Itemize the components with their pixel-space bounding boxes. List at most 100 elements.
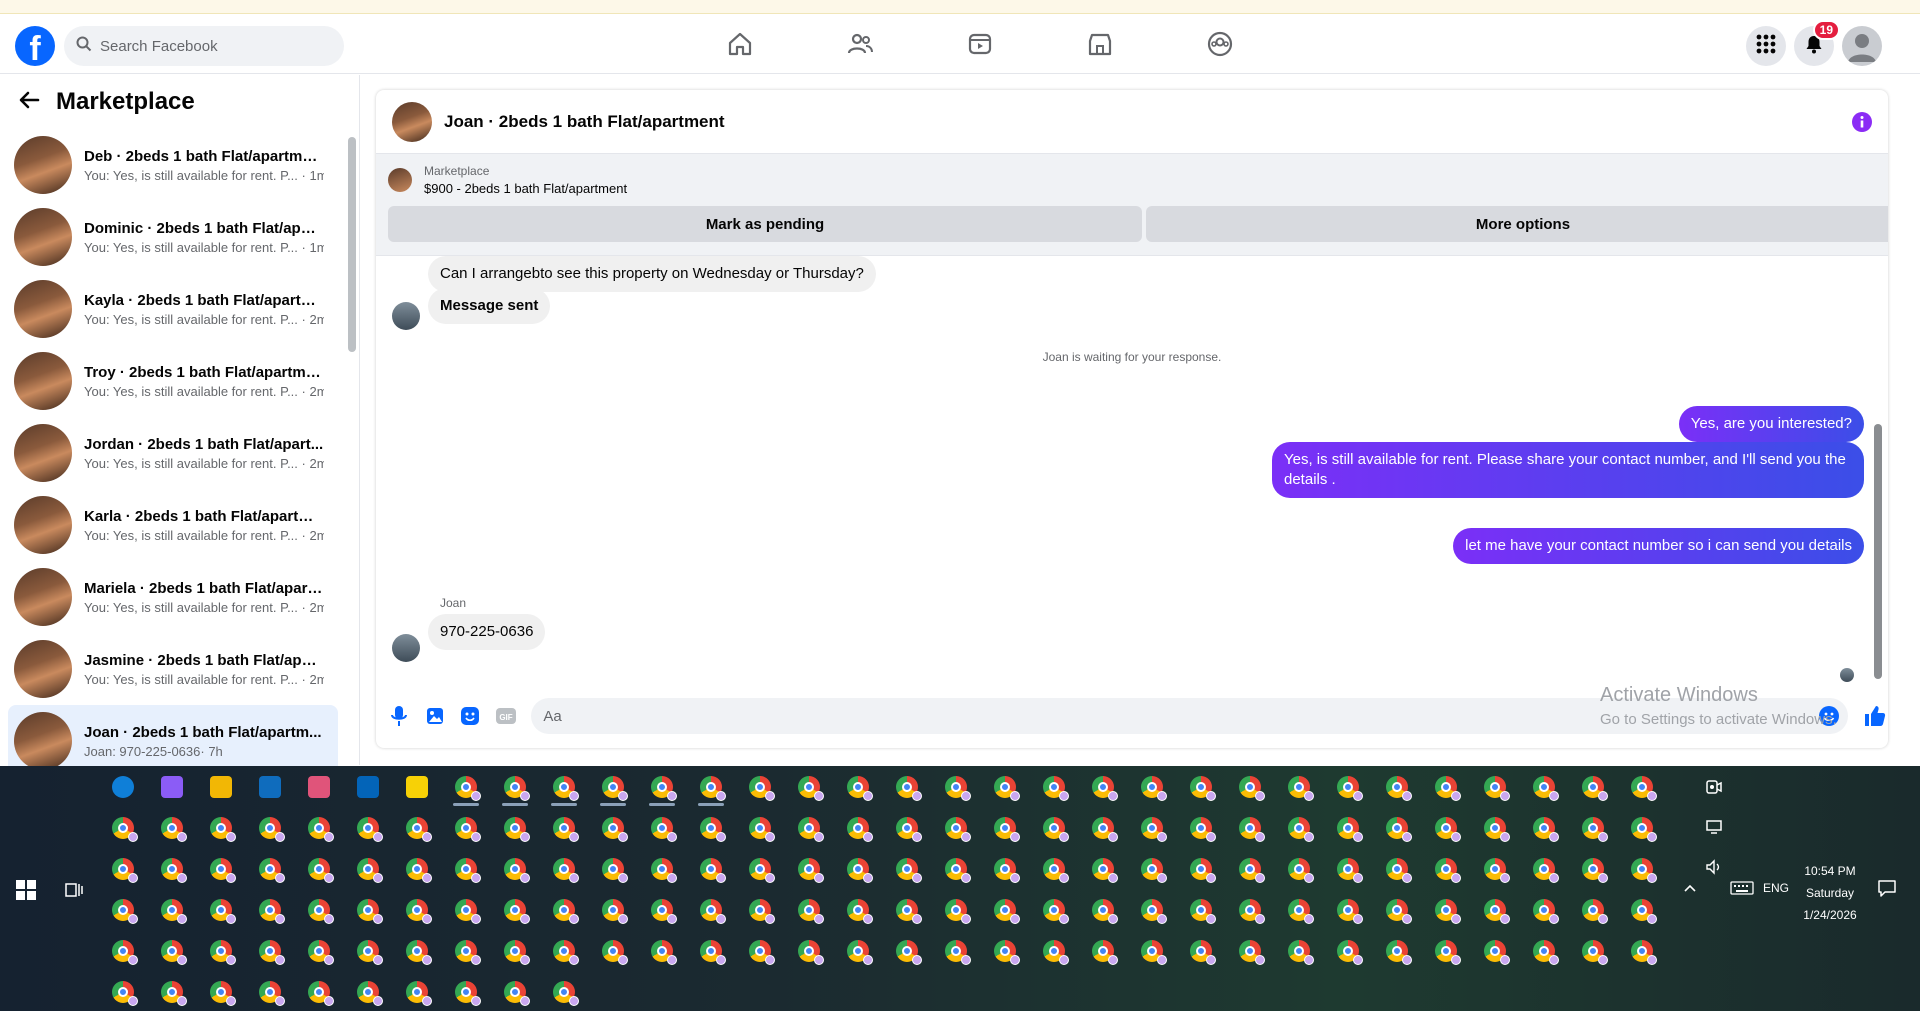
chrome-icon[interactable]: [500, 977, 530, 1007]
chrome-icon[interactable]: [1431, 854, 1461, 884]
chrome-icon[interactable]: [402, 813, 432, 843]
chrome-icon[interactable]: [549, 772, 579, 806]
chrome-icon[interactable]: [500, 895, 530, 925]
chrome-icon[interactable]: [1480, 772, 1510, 802]
chrome-icon[interactable]: [794, 936, 824, 966]
info-icon[interactable]: [1852, 112, 1872, 137]
chrome-icon[interactable]: [549, 936, 579, 966]
chrome-icon[interactable]: [1431, 936, 1461, 966]
microphone-icon[interactable]: [388, 705, 410, 727]
chrome-icon[interactable]: [206, 977, 236, 1007]
chrome-icon[interactable]: [255, 854, 285, 884]
chrome-icon[interactable]: [745, 895, 775, 925]
chrome-icon[interactable]: [206, 813, 236, 843]
chrome-icon[interactable]: [1333, 936, 1363, 966]
chrome-icon[interactable]: [598, 895, 628, 925]
like-icon[interactable]: [1862, 705, 1888, 727]
chrome-icon[interactable]: [255, 895, 285, 925]
chrome-icon[interactable]: [157, 895, 187, 925]
notifications-button[interactable]: 19: [1794, 20, 1840, 66]
chrome-icon[interactable]: [794, 772, 824, 802]
chrome-icon[interactable]: [941, 936, 971, 966]
chrome-icon[interactable]: [1627, 854, 1657, 884]
incoming-message[interactable]: Message sent: [428, 288, 551, 324]
chrome-icon[interactable]: [1529, 854, 1559, 884]
chrome-icon[interactable]: [794, 813, 824, 843]
outgoing-message[interactable]: Yes, is still available for rent. Please…: [1272, 442, 1864, 498]
chrome-icon[interactable]: [1039, 813, 1069, 843]
chrome-icon[interactable]: [549, 813, 579, 843]
system-clock[interactable]: 10:54 PM Saturday 1/24/2026: [1780, 860, 1880, 926]
scrollbar-thumb[interactable]: [348, 137, 356, 352]
chrome-icon[interactable]: [1382, 854, 1412, 884]
sticker-icon[interactable]: [460, 705, 482, 727]
chrome-icon[interactable]: [1627, 772, 1657, 802]
chrome-icon[interactable]: [941, 772, 971, 802]
chrome-icon[interactable]: [451, 813, 481, 843]
contact-avatar[interactable]: [392, 634, 420, 662]
chrome-icon[interactable]: [1137, 813, 1167, 843]
chrome-icon[interactable]: [1284, 813, 1314, 843]
chrome-icon[interactable]: [1039, 854, 1069, 884]
file-explorer-icon[interactable]: [206, 772, 236, 802]
paint-icon[interactable]: [304, 772, 334, 802]
chrome-icon[interactable]: [402, 854, 432, 884]
chrome-icon[interactable]: [794, 854, 824, 884]
chrome-icon[interactable]: [1578, 936, 1608, 966]
chrome-icon[interactable]: [353, 977, 383, 1007]
chrome-icon[interactable]: [1235, 936, 1265, 966]
chrome-icon[interactable]: [843, 936, 873, 966]
chrome-icon[interactable]: [1039, 895, 1069, 925]
chrome-icon[interactable]: [1137, 936, 1167, 966]
chrome-icon[interactable]: [108, 813, 138, 843]
scrollbar-thumb[interactable]: [1874, 424, 1882, 679]
chrome-icon[interactable]: [843, 854, 873, 884]
chrome-icon[interactable]: [598, 936, 628, 966]
chrome-icon[interactable]: [696, 813, 726, 843]
chrome-icon[interactable]: [1480, 936, 1510, 966]
chrome-icon[interactable]: [941, 854, 971, 884]
notification-center-icon[interactable]: [1877, 878, 1897, 903]
chrome-icon[interactable]: [1186, 895, 1216, 925]
chrome-icon[interactable]: [549, 895, 579, 925]
account-avatar[interactable]: [1842, 26, 1882, 66]
chrome-icon[interactable]: [843, 772, 873, 802]
keyboard-icon[interactable]: [1730, 880, 1754, 901]
project-display-icon[interactable]: [1705, 818, 1723, 841]
chrome-icon[interactable]: [892, 772, 922, 802]
conversation-item[interactable]: Mariela · 2beds 1 bath Flat/apart... You…: [8, 561, 338, 633]
friends-icon[interactable]: [800, 22, 920, 66]
chrome-icon[interactable]: [1431, 772, 1461, 802]
outgoing-message[interactable]: Yes, are you interested?: [1678, 406, 1864, 442]
chrome-icon[interactable]: [353, 936, 383, 966]
menu-grid-button[interactable]: [1746, 26, 1786, 66]
chrome-icon[interactable]: [990, 895, 1020, 925]
chrome-icon[interactable]: [745, 936, 775, 966]
chevron-up-icon[interactable]: [1682, 880, 1698, 901]
chrome-icon[interactable]: [647, 772, 677, 806]
chrome-icon[interactable]: [157, 813, 187, 843]
chrome-icon[interactable]: [1529, 895, 1559, 925]
chrome-icon[interactable]: [1186, 936, 1216, 966]
chrome-icon[interactable]: [1039, 936, 1069, 966]
conversation-scrollbar[interactable]: [348, 125, 356, 765]
chrome-icon[interactable]: [1333, 813, 1363, 843]
chrome-icon[interactable]: [1235, 772, 1265, 802]
chrome-icon[interactable]: [990, 813, 1020, 843]
chrome-icon[interactable]: [353, 895, 383, 925]
chrome-icon[interactable]: [1382, 895, 1412, 925]
back-arrow-icon[interactable]: [18, 89, 40, 116]
chrome-icon[interactable]: [990, 854, 1020, 884]
chrome-icon[interactable]: [1529, 772, 1559, 802]
chrome-icon[interactable]: [353, 813, 383, 843]
chrome-icon[interactable]: [696, 854, 726, 884]
chrome-icon[interactable]: [1186, 772, 1216, 802]
chrome-icon[interactable]: [1284, 772, 1314, 802]
chrome-icon[interactable]: [1088, 813, 1118, 843]
chrome-icon[interactable]: [304, 854, 334, 884]
windows-start-icon[interactable]: [16, 880, 36, 905]
chrome-icon[interactable]: [892, 936, 922, 966]
chrome-icon[interactable]: [1480, 813, 1510, 843]
mark-as-pending-button[interactable]: Mark as pending: [388, 206, 1142, 242]
edge-icon[interactable]: [108, 772, 138, 802]
